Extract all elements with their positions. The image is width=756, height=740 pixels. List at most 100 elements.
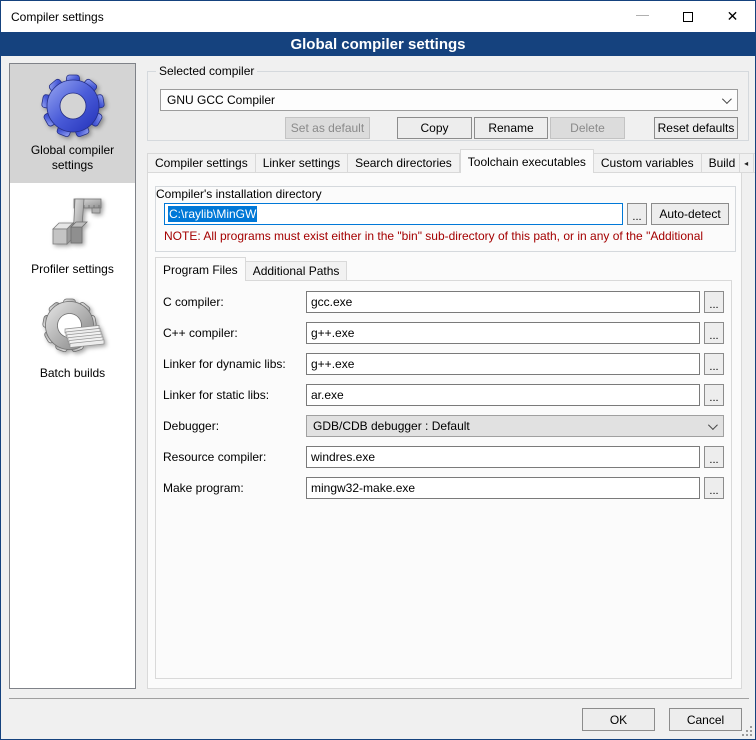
cancel-button[interactable]: Cancel <box>669 708 742 731</box>
chevron-down-icon <box>708 420 718 430</box>
subtab-additional-paths[interactable]: Additional Paths <box>246 261 348 281</box>
ok-label: OK <box>610 713 627 727</box>
field-label: Resource compiler: <box>163 450 306 464</box>
settings-category-list: Global compiler settings <box>9 63 136 689</box>
reset-defaults-label: Reset defaults <box>658 121 735 135</box>
tab-custom-variables[interactable]: Custom variables <box>594 153 702 173</box>
sidebar-item-batch-builds[interactable]: Batch builds <box>10 287 135 391</box>
ellipsis-icon: ... <box>632 214 641 220</box>
title-bar[interactable]: Compiler settings — ✕ <box>1 1 755 32</box>
selected-compiler-legend: Selected compiler <box>156 64 257 78</box>
tab-search-directories[interactable]: Search directories <box>348 153 460 173</box>
subtab-label: Program Files <box>163 263 238 277</box>
subtab-program-files[interactable]: Program Files <box>155 257 246 281</box>
make-program-input[interactable] <box>306 477 700 499</box>
installation-directory-legend: Compiler's installation directory <box>156 187 322 201</box>
ellipsis-icon: ... <box>709 488 718 494</box>
sidebar-item-label: Global compiler settings <box>14 143 131 173</box>
auto-detect-button[interactable]: Auto-detect <box>651 203 729 225</box>
set-as-default-button[interactable]: Set as default <box>285 117 370 139</box>
resize-grip[interactable] <box>742 726 752 736</box>
caliper-icon <box>41 193 105 257</box>
c-compiler-browse-button[interactable]: ... <box>704 291 724 313</box>
install-dir-note: NOTE: All programs must exist either in … <box>164 229 731 243</box>
reset-defaults-button[interactable]: Reset defaults <box>654 117 738 139</box>
make-program-browse-button[interactable]: ... <box>704 477 724 499</box>
ellipsis-icon: ... <box>709 333 718 339</box>
resource-compiler-input[interactable] <box>306 446 700 468</box>
footer-separator <box>9 698 749 699</box>
linker-dynamic-input[interactable] <box>306 353 700 375</box>
field-row-c-compiler: C compiler: ... <box>163 291 724 313</box>
settings-tab-strip: Compiler settings Linker settings Search… <box>147 152 756 173</box>
footer-buttons: OK Cancel <box>582 708 742 731</box>
auto-detect-label: Auto-detect <box>659 207 720 221</box>
tab-label: Toolchain executables <box>468 155 586 169</box>
window-controls: — ✕ <box>620 1 755 32</box>
linker-dynamic-browse-button[interactable]: ... <box>704 353 724 375</box>
c-compiler-input[interactable] <box>306 291 700 313</box>
field-row-linker-dynamic: Linker for dynamic libs: ... <box>163 353 724 375</box>
delete-button[interactable]: Delete <box>550 117 625 139</box>
toolchain-executables-page: Compiler's installation directory C:\ray… <box>147 172 742 689</box>
maximize-button[interactable] <box>665 1 710 32</box>
copy-button[interactable]: Copy <box>397 117 472 139</box>
sidebar-item-profiler-settings[interactable]: Profiler settings <box>10 183 135 287</box>
tab-toolchain-executables[interactable]: Toolchain executables <box>460 149 594 173</box>
rename-button[interactable]: Rename <box>474 117 548 139</box>
set-as-default-label: Set as default <box>291 121 364 135</box>
rename-label: Rename <box>488 121 533 135</box>
minimize-icon: — <box>636 7 649 22</box>
field-label: Make program: <box>163 481 306 495</box>
close-icon: ✕ <box>727 8 739 25</box>
copy-label: Copy <box>420 121 448 135</box>
compiler-settings-dialog: Compiler settings — ✕ Global compiler se… <box>0 0 756 740</box>
field-label: Linker for static libs: <box>163 388 306 402</box>
field-row-make-program: Make program: ... <box>163 477 724 499</box>
install-dir-input[interactable]: C:\raylib\MinGW <box>164 203 623 225</box>
program-files-tab-strip: Program Files Additional Paths <box>155 260 347 281</box>
delete-label: Delete <box>570 121 605 135</box>
cancel-label: Cancel <box>687 713 724 727</box>
cpp-compiler-input[interactable] <box>306 322 700 344</box>
linker-static-input[interactable] <box>306 384 700 406</box>
ellipsis-icon: ... <box>709 364 718 370</box>
tab-build-options[interactable]: Build options <box>702 153 740 173</box>
linker-static-browse-button[interactable]: ... <box>704 384 724 406</box>
field-label: C compiler: <box>163 295 306 309</box>
ok-button[interactable]: OK <box>582 708 655 731</box>
ellipsis-icon: ... <box>709 302 718 308</box>
close-button[interactable]: ✕ <box>710 1 755 32</box>
field-label: Debugger: <box>163 419 306 433</box>
subtab-label: Additional Paths <box>253 264 340 278</box>
sidebar-item-label: Profiler settings <box>31 262 114 277</box>
compiler-select-value: GNU GCC Compiler <box>167 93 275 107</box>
install-dir-browse-button[interactable]: ... <box>627 203 647 225</box>
debugger-select-value: GDB/CDB debugger : Default <box>313 419 470 433</box>
dialog-header: Global compiler settings <box>1 32 755 56</box>
compiler-select[interactable]: GNU GCC Compiler <box>160 89 738 111</box>
sidebar-item-label: Batch builds <box>40 366 105 381</box>
field-row-resource-compiler: Resource compiler: ... <box>163 446 724 468</box>
tab-scroll-left-button[interactable]: ◂ <box>740 153 754 173</box>
field-row-debugger: Debugger: GDB/CDB debugger : Default <box>163 415 724 437</box>
tab-label: Custom variables <box>601 156 694 170</box>
tab-label: Search directories <box>355 156 452 170</box>
resource-compiler-browse-button[interactable]: ... <box>704 446 724 468</box>
gray-gear-paper-stack-icon <box>41 297 105 361</box>
minimize-button[interactable]: — <box>620 1 665 32</box>
field-row-cpp-compiler: C++ compiler: ... <box>163 322 724 344</box>
dialog-header-title: Global compiler settings <box>290 36 465 53</box>
window-title: Compiler settings <box>1 10 104 24</box>
tab-compiler-settings[interactable]: Compiler settings <box>147 153 256 173</box>
tab-linker-settings[interactable]: Linker settings <box>256 153 348 173</box>
field-label: C++ compiler: <box>163 326 306 340</box>
debugger-select[interactable]: GDB/CDB debugger : Default <box>306 415 724 437</box>
installation-directory-group: Compiler's installation directory C:\ray… <box>155 186 736 252</box>
program-files-page: C compiler: ... C++ compiler: ... Linker… <box>155 280 732 679</box>
cpp-compiler-browse-button[interactable]: ... <box>704 322 724 344</box>
maximize-icon <box>683 12 693 22</box>
sidebar-item-global-compiler-settings[interactable]: Global compiler settings <box>10 64 135 183</box>
install-dir-value: C:\raylib\MinGW <box>168 206 257 222</box>
tab-label: Linker settings <box>263 156 340 170</box>
